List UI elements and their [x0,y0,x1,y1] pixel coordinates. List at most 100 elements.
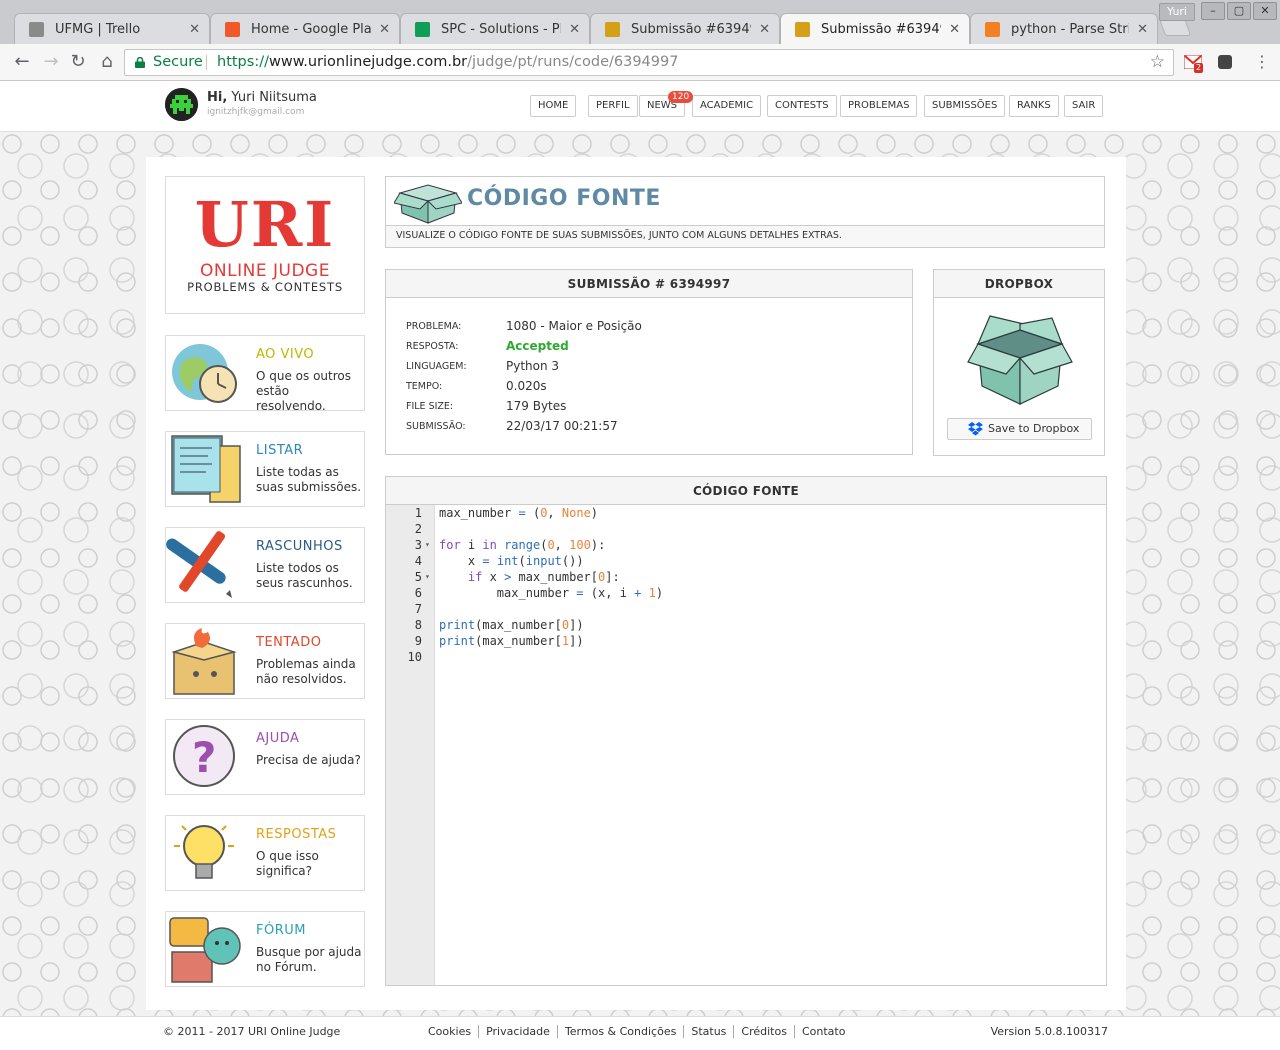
code-text: x = int(input()) [467,554,584,568]
tab-close-icon[interactable]: ✕ [569,14,580,44]
maximize-button[interactable]: ▢ [1227,2,1251,20]
menu-item-home[interactable]: HOME [530,95,577,117]
home-icon[interactable]: ⌂ [96,51,118,73]
detail-label: SUBMISSÃO: [406,421,466,432]
menu-item-perfil[interactable]: PERFIL [588,95,638,117]
tab-close-icon[interactable]: ✕ [379,14,390,44]
tab-title: UFMG | Trello [55,22,141,37]
code-text: max_number = (0, None) [439,506,599,520]
menu-item-contests[interactable]: CONTESTS [767,95,837,117]
footer-link[interactable]: Contato [795,1025,852,1038]
line-number: 10 [407,650,422,664]
profile-button[interactable]: Yuri [1159,3,1195,21]
detail-value: 1080 - Maior e Posição [506,319,642,333]
avatar[interactable] [165,88,198,121]
tab-close-icon[interactable]: ✕ [1137,14,1148,44]
dropbox-header: DROPBOX [934,270,1104,298]
code-line: 9 print(max_number[1]) [386,633,1106,649]
gmail-extension-icon[interactable]: 2 [1183,54,1204,73]
reload-icon[interactable]: ↻ [67,51,89,73]
menu-item-sair[interactable]: SAIR [1064,95,1104,117]
fold-toggle-icon[interactable]: ▾ [425,537,430,553]
copyright: © 2011 - 2017 URI Online Judge [163,1025,341,1038]
greeting-prefix: Hi, [207,90,228,105]
news-badge: 120 [668,91,694,103]
ao-vivo-illustration-icon [172,344,237,403]
menu-item-problemas[interactable]: PROBLEMAS [840,95,918,117]
line-number: 1 [414,506,422,520]
browser-tab[interactable]: python - Parse String t ✕ [970,13,1158,44]
tab-close-icon[interactable]: ✕ [949,14,960,44]
status-badge: Accepted [506,339,569,353]
rascunhos-illustration-icon [166,531,232,598]
code-text: print(max_number[0]) [439,618,584,632]
back-arrow-icon[interactable]: ← [11,51,33,73]
menu-item-ranks[interactable]: RANKS [1009,95,1059,117]
fold-toggle-icon[interactable]: ▾ [425,569,430,585]
close-window-button[interactable]: ✕ [1253,2,1277,20]
detail-label: PROBLEMA: [406,321,462,332]
browser-tab[interactable]: Submissão #6394997 ✕ [780,13,970,44]
sidebar-card-description: Precisa de ajuda? [256,753,361,767]
bookmark-star-icon[interactable]: ☆ [1150,50,1165,75]
forward-arrow-icon[interactable]: → [40,51,62,73]
user-name: Yuri Niitsuma [231,90,317,105]
footer-link[interactable]: Créditos [734,1025,795,1038]
detail-value: 22/03/17 00:21:57 [506,419,618,433]
footer-link[interactable]: Status [684,1025,735,1038]
code-line: 3 ▾ for i in range(0, 100): [386,537,1106,553]
sidebar-card-title: RESPOSTAS [256,827,337,842]
line-number: 3 [414,538,422,552]
tab-favicon-icon [29,22,44,37]
browser-tab[interactable]: Submissão #6394901 ✕ [590,13,780,44]
sidebar-card-respostas[interactable]: RESPOSTAS O que isso significa? [165,815,365,891]
browser-menu-icon[interactable]: ⋮ [1254,52,1270,72]
browser-tab[interactable]: Home - Google Play M ✕ [210,13,400,44]
address-bar[interactable]: Secure https://www.urionlinejudge.com.br… [124,49,1174,76]
tentado-illustration-icon [171,628,237,695]
code-editor[interactable]: 1 max_number = (0, None) 2 3 ▾ for i in range… [386,505,1106,985]
save-to-dropbox-button[interactable]: Save to Dropbox [947,418,1092,440]
code-line: 5 ▾ if x > max_number[0]: [386,569,1106,585]
source-code-header: CÓDIGO FONTE [386,477,1106,505]
detail-value: 0.020s [506,379,547,393]
url-scheme: https:// [217,54,269,70]
tab-close-icon[interactable]: ✕ [759,14,770,44]
page-title: CÓDIGO FONTE [467,186,661,211]
footer-link[interactable]: Cookies [428,1025,480,1038]
line-number: 6 [414,586,422,600]
dropbox-panel: DROPBOX Save to Dropbox [933,269,1105,456]
version-label: Version 5.0.8.100317 [990,1025,1108,1038]
open-box-icon [394,184,462,224]
omnibox-separator [206,55,207,70]
sidebar-card-description: Busque por ajuda no Fórum. [256,945,362,974]
sidebar-card-ajuda[interactable]: ? AJUDA Precisa de ajuda? [165,719,365,795]
browser-tab[interactable]: UFMG | Trello ✕ [14,13,210,44]
sidebar-card-tentado[interactable]: TENTADO Problemas ainda não resolvidos. [165,623,365,699]
footer-link[interactable]: Privacidade [479,1025,558,1038]
logo-tagline: PROBLEMS & CONTESTS [187,280,343,294]
footer-link[interactable]: Termos & Condições [558,1025,685,1038]
uri-logo[interactable]: URI ONLINE JUDGE PROBLEMS & CONTESTS [165,176,365,314]
tab-title: Submissão #6394997 [821,22,941,37]
minimize-button[interactable]: – [1201,2,1225,20]
sidebar-card-forum[interactable]: FÓRUM Busque por ajuda no Fórum. [165,911,365,987]
code-text: if x > max_number[0]: [467,570,620,584]
sidebar-card-rascunhos[interactable]: RASCUNHOS Liste todos os seus rascunhos. [165,527,365,603]
sidebar-card-listar[interactable]: LISTAR Liste todas as suas submissões. [165,431,365,507]
sidebar-card-ao-vivo[interactable]: AO VIVO O que os outros estão resolvendo. [165,335,365,411]
svg-text:?: ? [192,733,216,782]
extension-icon[interactable] [1218,55,1232,69]
dropbox-box-icon [967,315,1073,405]
logo-text: URI [194,188,336,261]
sidebar-card-description: Problemas ainda não resolvidos. [256,657,356,686]
menu-item-submissoes[interactable]: SUBMISSÕES [924,95,1006,117]
browser-tab[interactable]: SPC - Solutions - Planil ✕ [400,13,590,44]
secure-label: Secure [153,54,203,70]
menu-item-academic[interactable]: ACADEMIC [692,95,762,117]
code-line: 2 [386,521,1106,537]
tab-close-icon[interactable]: ✕ [189,14,200,44]
code-line: 6 max_number = (x, i + 1) [386,585,1106,601]
user-email: ignitzhjfk@gmail.com [207,107,305,117]
tab-favicon-icon [605,22,620,37]
